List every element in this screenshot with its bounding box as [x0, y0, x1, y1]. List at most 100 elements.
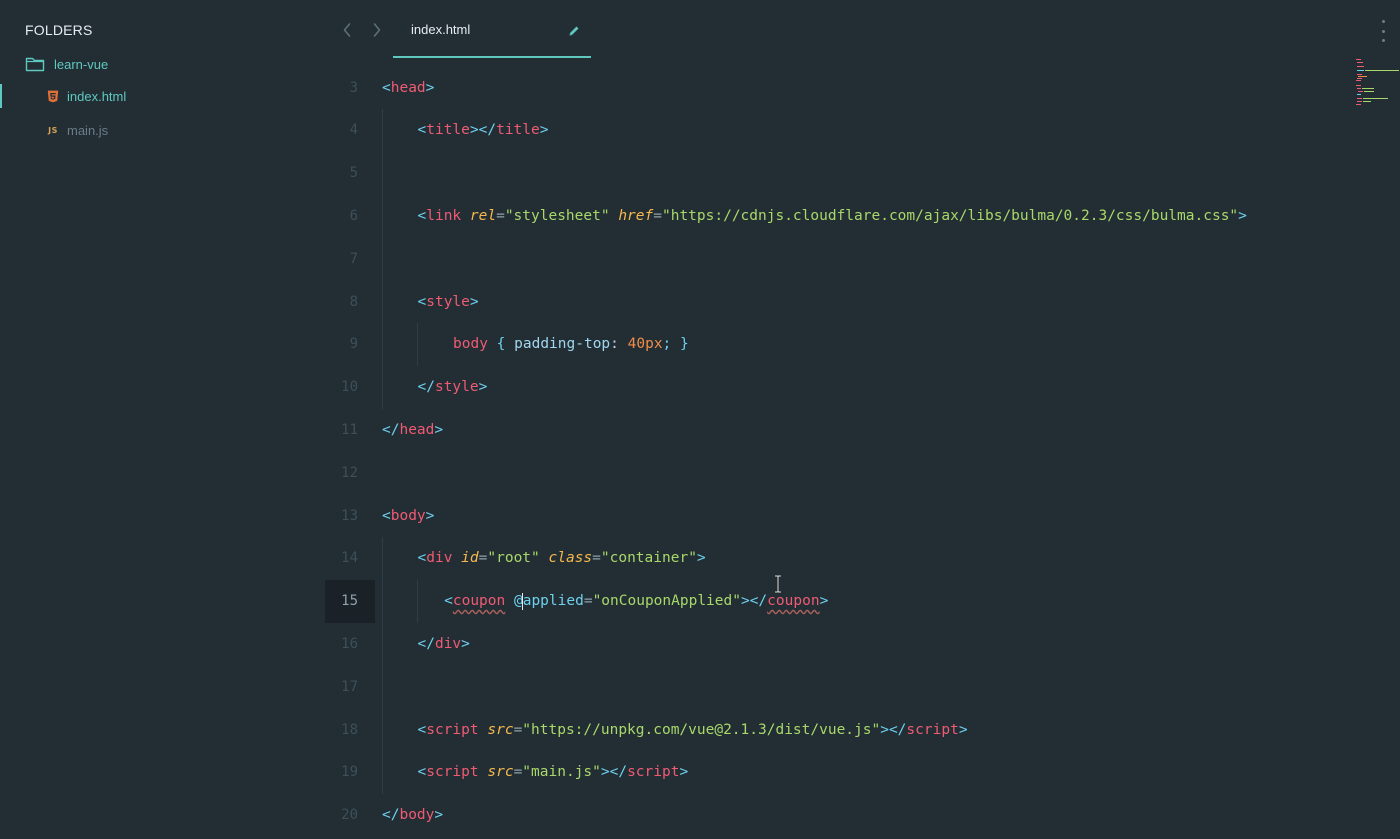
line-number: 18: [341, 721, 358, 738]
file-main-js[interactable]: JS main.js: [0, 119, 325, 141]
code-line[interactable]: 3 < head >: [325, 66, 1345, 109]
code-token: rel: [469, 207, 497, 224]
code-token: <: [382, 79, 391, 96]
line-number: 6: [349, 207, 358, 224]
code-line[interactable]: 6 < link rel = "stylesheet" href = "https://cd…: [325, 194, 1345, 238]
code-token: ; }: [662, 336, 689, 353]
code-line[interactable]: 7: [325, 237, 1345, 281]
code-token: <: [417, 764, 427, 781]
code-line[interactable]: 10 </style >: [325, 365, 1345, 409]
vertical-dots-icon[interactable]: [1378, 20, 1388, 42]
line-number: 19: [341, 764, 358, 781]
code-token: ></: [469, 122, 497, 139]
code-text: </div >: [418, 622, 470, 665]
tab-label: index.html: [411, 22, 471, 37]
forward-button[interactable]: [367, 18, 387, 42]
line-number: 11: [341, 421, 358, 438]
code-line[interactable]: 4 < title ></title >: [325, 108, 1345, 152]
code-token: ></: [740, 593, 768, 610]
line-number: 12: [341, 464, 358, 481]
code-token: div: [434, 635, 462, 652]
code-token: >: [425, 79, 435, 96]
file-index-html[interactable]: index.html: [0, 85, 325, 107]
code-line[interactable]: 15 < coupon @ applied = "onCouponApplied" ></c…: [325, 579, 1345, 623]
code-editor[interactable]: 3 < head >4 < title ></title >5 6 < link rel = "styl…: [325, 66, 1345, 839]
code-token: >: [461, 635, 470, 652]
code-line[interactable]: 11 </head >: [325, 408, 1345, 451]
code-text: < script src = "https://unpkg.com/vue@2.1.3…: [418, 708, 968, 751]
folder-label: learn-vue: [54, 56, 109, 72]
code-line[interactable]: 5: [325, 151, 1345, 195]
indent-guide: [382, 237, 383, 281]
code-token: script: [426, 721, 479, 738]
indent-guide: [382, 365, 383, 409]
folder-learn-vue[interactable]: learn-vue: [25, 54, 108, 74]
indent-guide: [382, 194, 383, 238]
code-token: head: [390, 79, 426, 96]
code-line[interactable]: 12: [325, 451, 1345, 494]
line-number: 20: [341, 807, 358, 824]
code-token: src: [487, 721, 514, 738]
code-token: coupon: [767, 593, 820, 610]
code-line[interactable]: 13 < body >: [325, 494, 1345, 537]
code-line[interactable]: 14 < div id = "root" class = "container" >: [325, 536, 1345, 580]
code-token: =: [513, 721, 523, 738]
line-number: 10: [341, 379, 358, 396]
code-text: < body >: [382, 494, 434, 537]
code-token: link: [426, 207, 462, 224]
code-token: id: [461, 550, 479, 567]
code-token: <: [417, 207, 427, 224]
code-token: </: [382, 807, 400, 824]
tab-index-html[interactable]: index.html: [393, 0, 591, 60]
code-token: {: [487, 336, 515, 353]
code-token: <: [417, 550, 427, 567]
code-token: >: [679, 764, 689, 781]
indent-guide: [382, 536, 383, 580]
code-token: title: [496, 122, 540, 139]
code-token: title: [426, 122, 470, 139]
minimap[interactable]: [1352, 58, 1400, 108]
indent-guide: [382, 108, 383, 152]
pencil-icon[interactable]: [567, 24, 581, 38]
html5-file-icon: [46, 89, 60, 103]
indent-guide: [382, 665, 383, 709]
code-line[interactable]: 20 </body >: [325, 794, 1345, 837]
code-line[interactable]: 16 </div >: [325, 622, 1345, 666]
indent-guide: [382, 622, 383, 666]
code-token: "onCouponApplied": [592, 593, 741, 610]
folder-icon: [25, 56, 45, 72]
code-token: <: [444, 593, 453, 610]
code-token: "root": [487, 550, 540, 567]
line-number: 17: [341, 678, 358, 695]
file-label: index.html: [67, 88, 127, 104]
chevron-left-icon: [343, 23, 351, 37]
back-button[interactable]: [337, 18, 357, 42]
code-text: < title ></title >: [418, 109, 549, 152]
code-token: </: [382, 421, 400, 438]
code-token: style: [434, 379, 479, 396]
line-number: 9: [349, 336, 358, 353]
text-cursor-icon: [775, 574, 781, 594]
code-token: >: [434, 421, 444, 438]
code-text: </style >: [418, 366, 488, 409]
code-token: >: [425, 507, 435, 524]
code-token: 40px: [627, 336, 663, 353]
code-token: <: [417, 293, 427, 310]
code-line[interactable]: 8 < style >: [325, 280, 1345, 323]
code-line[interactable]: 17: [325, 665, 1345, 709]
code-token: "container": [600, 550, 697, 567]
code-line[interactable]: 19 < script src = "main.js" ></script >: [325, 750, 1345, 794]
code-line[interactable]: 18 < script src = "https://unpkg.com/vue@2.1…: [325, 708, 1345, 751]
line-number: 13: [341, 507, 358, 524]
line-number: 7: [349, 250, 358, 267]
code-token: <: [417, 721, 427, 738]
code-token: =: [496, 207, 505, 224]
code-text: < link rel = "stylesheet" href = "https://cdn…: [418, 194, 1247, 237]
code-token: applied: [522, 593, 584, 610]
indent-guide: [382, 750, 383, 794]
code-line[interactable]: 9 body { padding-top: 40px; }: [325, 322, 1345, 366]
code-token: :: [610, 336, 628, 353]
